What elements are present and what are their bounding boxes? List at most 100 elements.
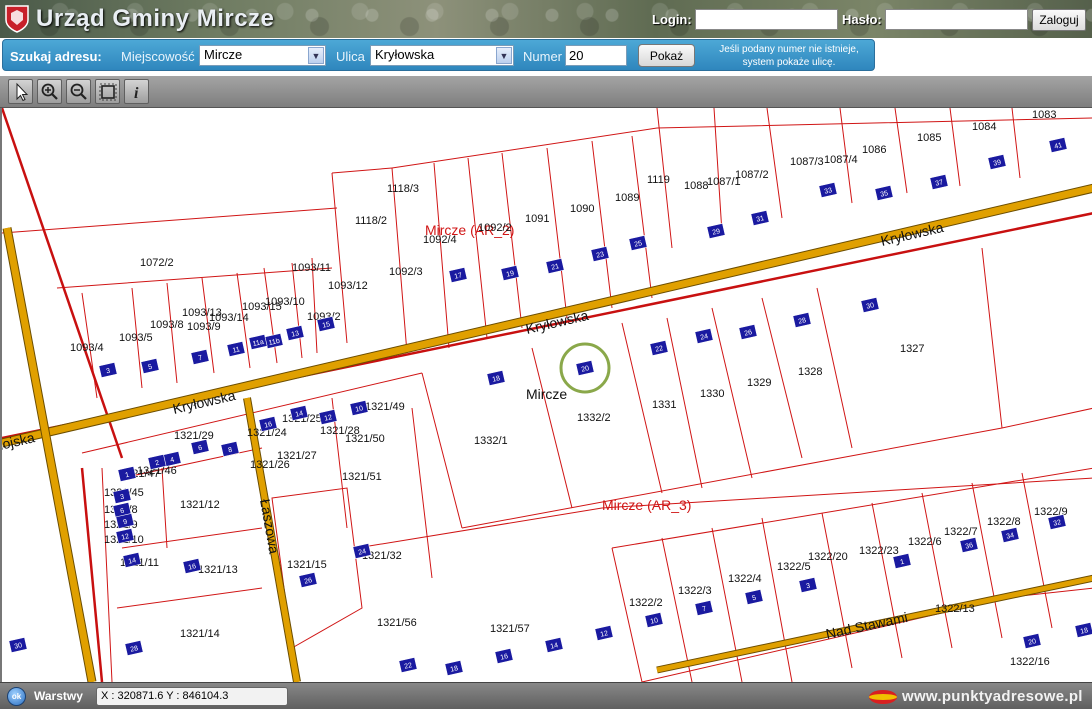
road-label-west: nojska xyxy=(2,429,36,454)
address-point-marker[interactable]: 10 xyxy=(349,399,369,417)
zoom-out-icon[interactable] xyxy=(66,79,91,104)
parcel-number: 1321/14 xyxy=(180,628,220,640)
address-point-marker[interactable]: 24 xyxy=(694,327,714,345)
address-point-marker[interactable]: 11b xyxy=(264,332,284,350)
address-point-marker[interactable]: 30 xyxy=(8,636,28,654)
parcel-number: 1322/7 xyxy=(944,526,978,538)
login-button[interactable]: Zaloguj xyxy=(1032,9,1086,31)
address-point-marker[interactable]: 25 xyxy=(628,234,648,252)
address-point-marker[interactable]: 39 xyxy=(987,153,1007,171)
address-point-marker[interactable]: 14 xyxy=(544,636,564,654)
address-point-marker[interactable]: 37 xyxy=(929,173,949,191)
address-point-marker[interactable]: 3 xyxy=(798,576,818,594)
parcel-number: 1322/8 xyxy=(987,516,1021,528)
address-point-marker[interactable]: 36 xyxy=(959,536,979,554)
road-label-krylowska: Kryłowska xyxy=(879,219,945,249)
parcel-number: 1087/1 xyxy=(707,176,741,188)
town-select[interactable]: Mircze ▼ xyxy=(199,45,326,66)
parcel-number: 1327 xyxy=(900,343,924,355)
parcel-number: 1331 xyxy=(652,399,676,411)
address-point-marker[interactable]: 41 xyxy=(1048,136,1068,154)
address-point-marker[interactable]: 5 xyxy=(140,357,160,375)
address-point-marker[interactable]: 3 xyxy=(98,361,118,379)
parcel-number: 1072/2 xyxy=(140,257,174,269)
parcel-number: 1330 xyxy=(700,388,724,400)
address-point-marker[interactable]: 13 xyxy=(285,324,305,342)
municipality-coat-of-arms-icon xyxy=(5,5,29,33)
search-title: Szukaj adresu: xyxy=(10,49,102,64)
show-button[interactable]: Pokaż xyxy=(638,44,695,67)
login-label: Login: xyxy=(652,12,692,27)
parcel-number: 1321/49 xyxy=(365,401,405,413)
address-point-marker[interactable]: 5 xyxy=(744,588,764,606)
parcel-number: 1093/11 xyxy=(292,262,331,274)
map-view[interactable]: Kryłowska Kryłowska Kryłowska Łaszowa Na… xyxy=(0,108,1092,682)
address-point-marker[interactable]: 20 xyxy=(1022,632,1042,650)
parcel-number: 1093/4 xyxy=(70,342,104,354)
address-point-marker[interactable]: 34 xyxy=(1000,526,1020,544)
search-hint: Jeśli podany numer nie istnieje, system … xyxy=(719,44,859,68)
house-number-input[interactable] xyxy=(565,45,627,66)
parcel-number: 1321/56 xyxy=(377,617,417,629)
password-input[interactable] xyxy=(885,9,1028,30)
chevron-down-icon[interactable]: ▼ xyxy=(308,47,324,64)
address-point-marker[interactable]: 16 xyxy=(494,647,514,665)
address-point-marker[interactable]: 18 xyxy=(444,659,464,677)
address-point-marker[interactable]: 17 xyxy=(448,266,468,284)
parcel-number: 1084 xyxy=(972,121,996,133)
chevron-down-icon[interactable]: ▼ xyxy=(496,47,512,64)
address-point-marker[interactable]: 33 xyxy=(818,181,838,199)
parcel-number: 1091 xyxy=(525,213,549,225)
info-icon[interactable]: i xyxy=(124,79,149,104)
zoom-in-icon[interactable] xyxy=(37,79,62,104)
town-label: Miejscowość xyxy=(121,49,195,64)
login-input[interactable] xyxy=(695,9,838,30)
address-point-marker[interactable]: 18 xyxy=(1074,621,1092,639)
address-point-marker[interactable]: 11a xyxy=(248,333,268,351)
parcel-number: 1322/13 xyxy=(935,603,975,615)
address-point-marker[interactable]: 11 xyxy=(226,340,246,358)
cadastral-map[interactable]: Kryłowska Kryłowska Kryłowska Łaszowa Na… xyxy=(2,108,1092,682)
street-label: Ulica xyxy=(336,49,365,64)
address-point-marker[interactable]: 26 xyxy=(738,323,758,341)
parcel-number: 1322/4 xyxy=(728,573,762,585)
address-point-marker[interactable]: 22 xyxy=(649,339,669,357)
parcel-number: 1321/26 xyxy=(250,459,290,471)
address-point-marker[interactable]: 18 xyxy=(486,369,506,387)
address-point-marker[interactable]: 12 xyxy=(594,624,614,642)
brand-logo-icon xyxy=(869,690,897,704)
coordinates-readout: X : 320871.6 Y : 846104.3 xyxy=(96,687,288,706)
select-arrow-icon[interactable] xyxy=(8,79,33,104)
road-labels: Kryłowska Kryłowska Kryłowska Łaszowa Na… xyxy=(2,219,945,642)
parcel-number: 1093/12 xyxy=(328,280,368,292)
layers-icon[interactable]: ok xyxy=(7,687,26,706)
brand-link[interactable]: www.punktyadresowe.pl xyxy=(902,688,1083,705)
parcel-number: 1118/3 xyxy=(387,183,419,195)
parcel-number: 1322/20 xyxy=(808,551,848,563)
address-point-marker[interactable]: 8 xyxy=(220,440,240,458)
parcel-number: 1322/5 xyxy=(777,561,811,573)
full-extent-icon[interactable] xyxy=(95,79,120,104)
address-point-marker[interactable]: 31 xyxy=(750,209,770,227)
address-point-marker[interactable]: 28 xyxy=(124,639,144,657)
layers-button[interactable]: Warstwy xyxy=(34,689,83,703)
address-point-marker[interactable]: 29 xyxy=(706,222,726,240)
address-point-marker[interactable]: 10 xyxy=(644,611,664,629)
address-point-marker[interactable]: 35 xyxy=(874,184,894,202)
parcel-number: 1093/5 xyxy=(119,332,153,344)
parcel-number: 1085 xyxy=(917,132,941,144)
address-point-marker[interactable]: 7 xyxy=(190,348,210,366)
address-point-marker[interactable]: 26 xyxy=(298,571,318,589)
precinct-label: Mircze (AR_3) xyxy=(602,497,691,513)
password-label: Hasło: xyxy=(842,12,882,27)
address-point-marker[interactable]: 30 xyxy=(860,296,880,314)
address-point-marker[interactable]: 28 xyxy=(792,311,812,329)
parcel-number: 1321/51 xyxy=(342,471,382,483)
address-point-marker[interactable]: 20 xyxy=(575,359,595,377)
street-select[interactable]: Kryłowska ▼ xyxy=(370,45,514,66)
parcel-number: 1321/57 xyxy=(490,623,530,635)
parcel-number: 1092/3 xyxy=(389,266,423,278)
address-point-marker[interactable]: 7 xyxy=(694,599,714,617)
address-point-marker[interactable]: 22 xyxy=(398,656,418,674)
parcel-number: 1088 xyxy=(684,180,708,192)
